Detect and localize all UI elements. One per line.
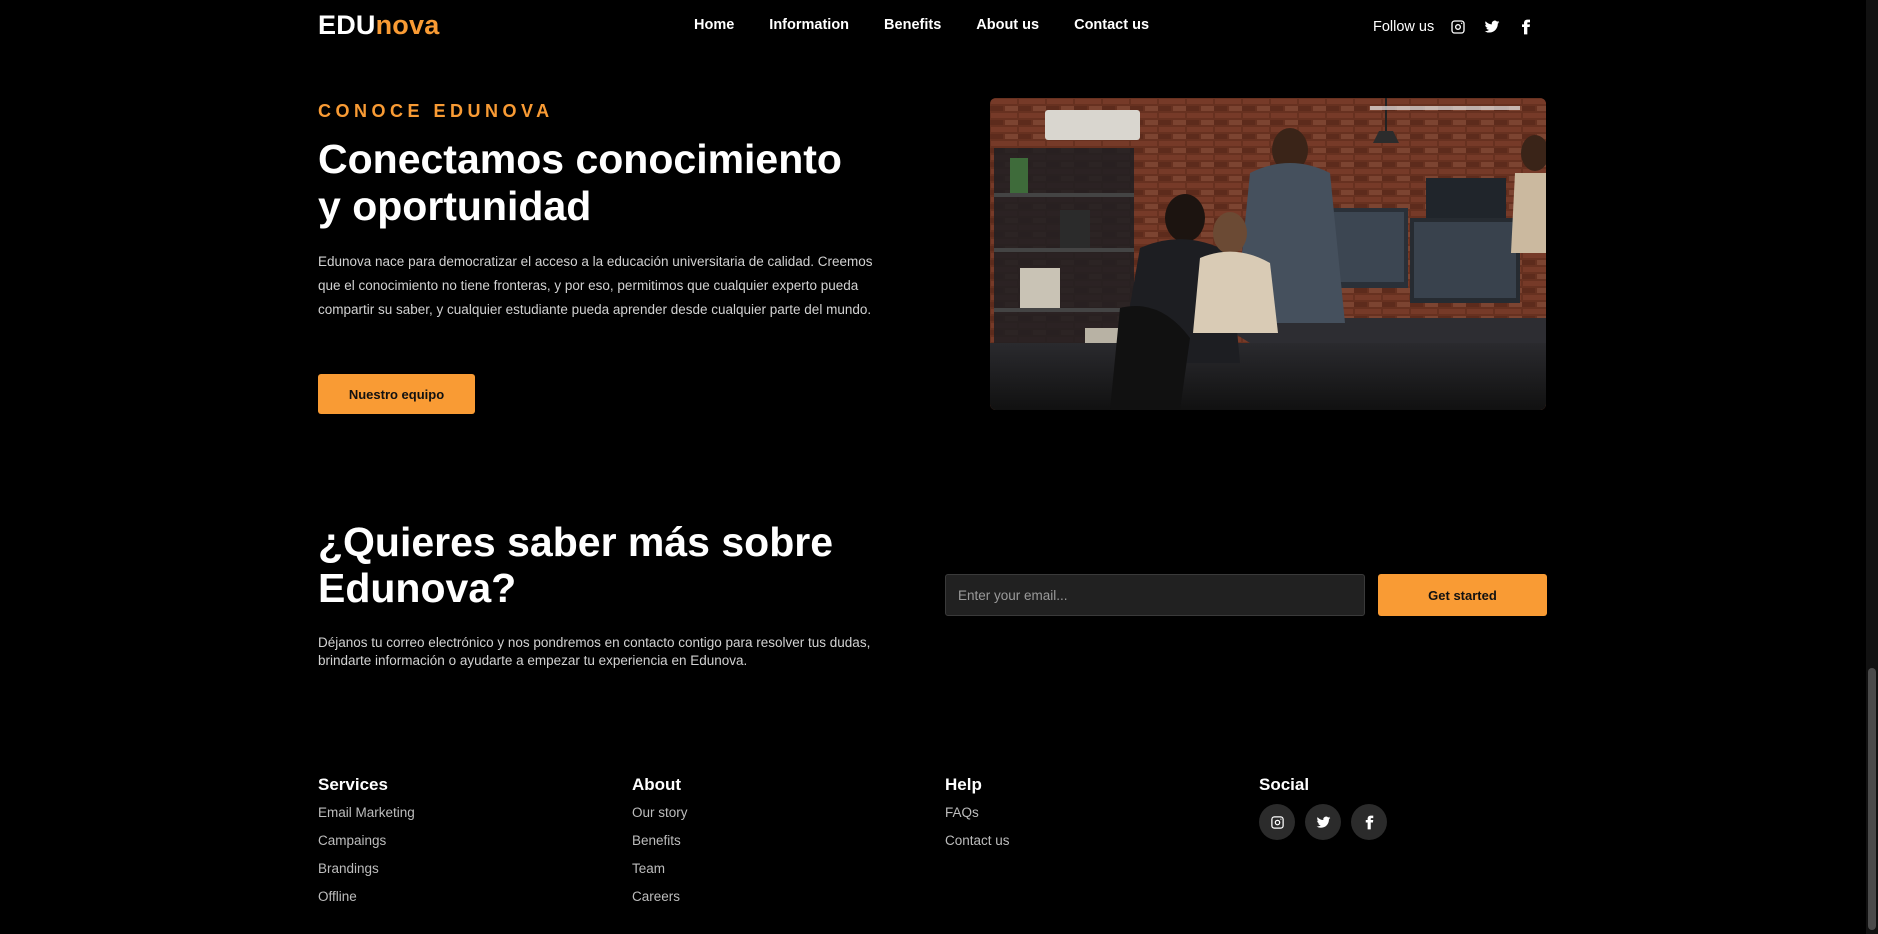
logo-prefix: EDU xyxy=(318,10,376,40)
facebook-icon[interactable] xyxy=(1516,17,1536,37)
footer-link-team[interactable]: Team xyxy=(632,861,665,876)
footer-link-email-marketing[interactable]: Email Marketing xyxy=(318,805,415,820)
footer-link-campaings[interactable]: Campaings xyxy=(318,833,386,848)
nav-information[interactable]: Information xyxy=(769,17,849,33)
footer-link-offline[interactable]: Offline xyxy=(318,889,357,904)
footer-help-title: Help xyxy=(945,775,982,794)
cta-title: ¿Quieres saber más sobre Edunova? xyxy=(318,519,878,611)
footer-about: About Our story Benefits Team Careers xyxy=(632,775,688,916)
top-navbar: EDUnova Home Information Benefits About … xyxy=(0,0,1866,52)
twitter-icon[interactable] xyxy=(1305,804,1341,840)
nav-about-us[interactable]: About us xyxy=(976,17,1039,33)
footer-link-benefits[interactable]: Benefits xyxy=(632,833,681,848)
section-eyebrow: CONOCE EDUNOVA xyxy=(318,101,554,121)
cta-title-line1: ¿Quieres saber más sobre xyxy=(318,519,834,565)
nav-home[interactable]: Home xyxy=(694,17,734,33)
hero-title-line1: Conectamos conocimiento xyxy=(318,136,842,182)
footer-services-title: Services xyxy=(318,775,388,794)
footer-social-icons xyxy=(1259,804,1387,840)
footer-social-title: Social xyxy=(1259,775,1310,794)
nav-contact-us[interactable]: Contact us xyxy=(1074,17,1149,33)
footer-about-title: About xyxy=(632,775,682,794)
logo[interactable]: EDUnova xyxy=(318,10,439,41)
nav-benefits[interactable]: Benefits xyxy=(884,17,941,33)
team-photo xyxy=(990,98,1546,410)
logo-suffix: nova xyxy=(375,10,440,40)
cta-title-line2: Edunova? xyxy=(318,565,517,611)
footer-link-brandings[interactable]: Brandings xyxy=(318,861,379,876)
our-team-button[interactable]: Nuestro equipo xyxy=(318,374,475,414)
instagram-icon[interactable] xyxy=(1448,17,1468,37)
page-scrollbar[interactable] xyxy=(1866,0,1878,934)
footer-link-faqs[interactable]: FAQs xyxy=(945,805,979,820)
email-input[interactable] xyxy=(945,574,1365,616)
cta-description: Déjanos tu correo electrónico y nos pond… xyxy=(318,635,871,668)
hero-description: Edunova nace para democratizar el acceso… xyxy=(318,254,873,317)
hero-title-line2: y oportunidad xyxy=(318,183,592,229)
footer-link-our-story[interactable]: Our story xyxy=(632,805,688,820)
twitter-icon[interactable] xyxy=(1482,17,1502,37)
footer-link-careers[interactable]: Careers xyxy=(632,889,680,904)
office-scene-illustration xyxy=(990,98,1546,410)
footer-help: Help FAQs Contact us xyxy=(945,775,1010,860)
follow-us: Follow us xyxy=(1373,17,1536,37)
footer-services: Services Email Marketing Campaings Brand… xyxy=(318,775,415,916)
footer-link-contact-us[interactable]: Contact us xyxy=(945,833,1010,848)
scrollbar-thumb[interactable] xyxy=(1868,668,1876,930)
footer-social: Social xyxy=(1259,775,1387,840)
get-started-button[interactable]: Get started xyxy=(1378,574,1547,616)
main-nav: Home Information Benefits About us Conta… xyxy=(694,17,1149,33)
instagram-icon[interactable] xyxy=(1259,804,1295,840)
follow-us-label: Follow us xyxy=(1373,19,1435,35)
facebook-icon[interactable] xyxy=(1351,804,1387,840)
hero-title: Conectamos conocimiento y oportunidad xyxy=(318,136,878,230)
